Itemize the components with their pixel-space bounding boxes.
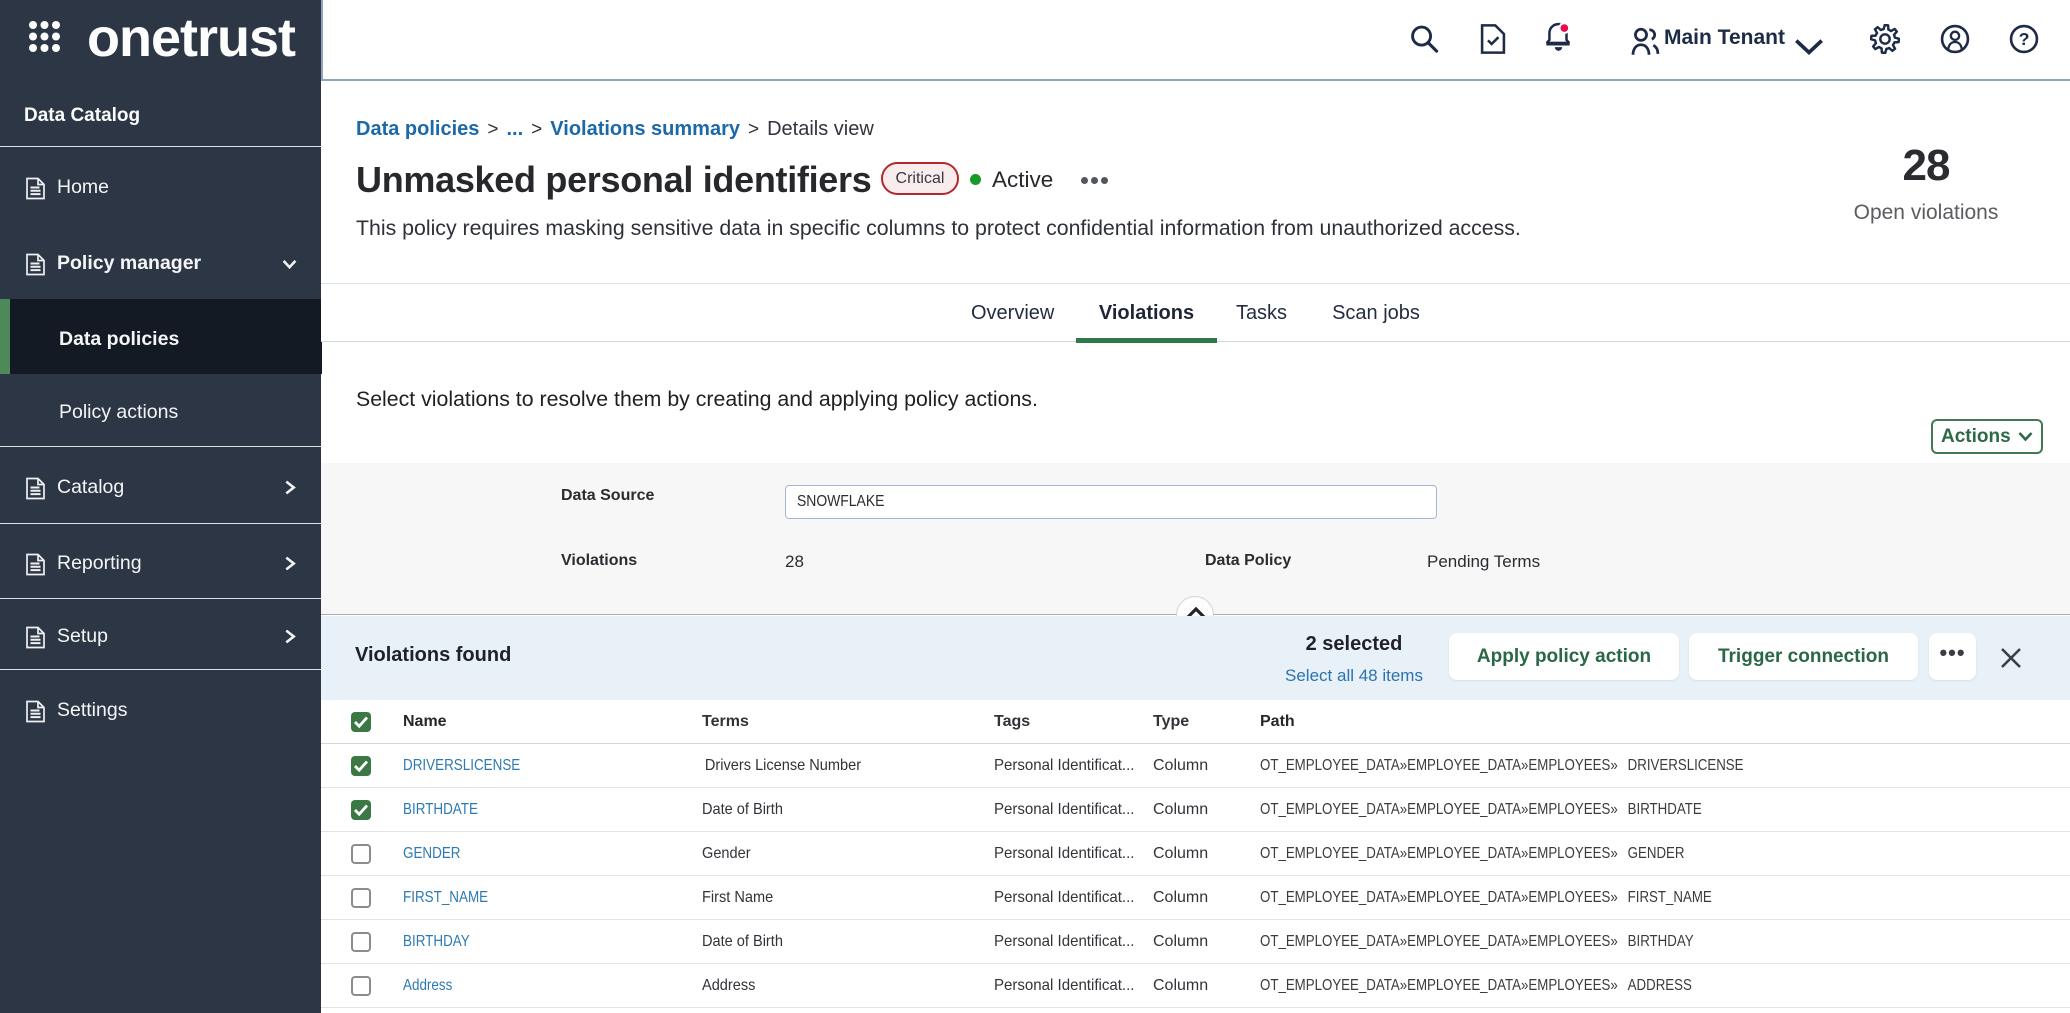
svg-text:?: ? (2019, 29, 2030, 49)
